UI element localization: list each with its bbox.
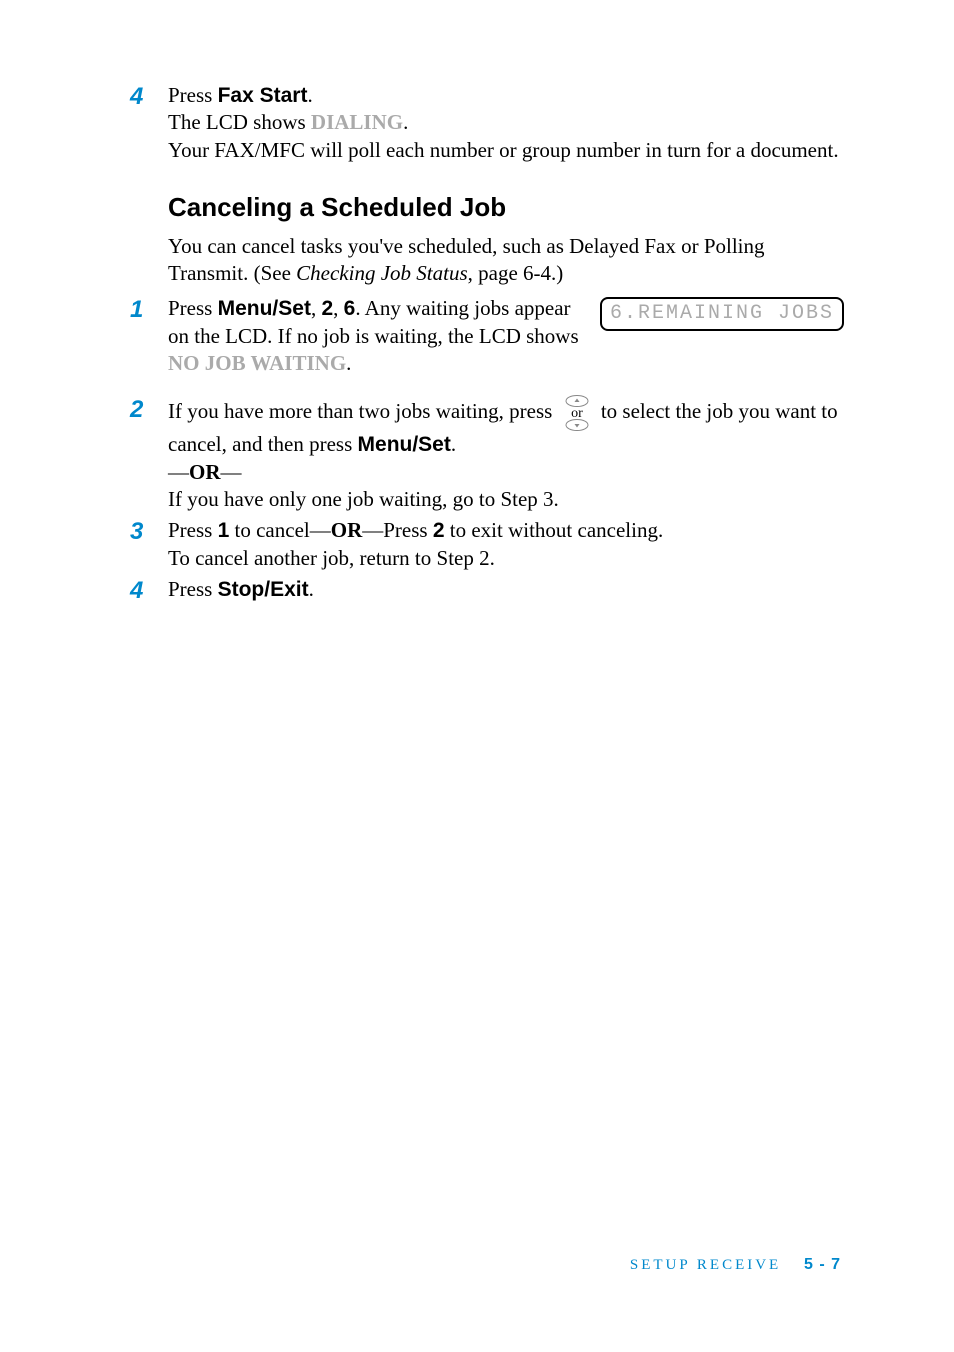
step-number: 4 <box>130 82 168 164</box>
step-3: 3 Press 1 to cancel—OR—Press 2 to exit w… <box>130 517 844 572</box>
step-4-stop-exit: 4 Press Stop/Exit. <box>130 576 844 605</box>
step-body: Press 1 to cancel—OR—Press 2 to exit wit… <box>168 517 844 572</box>
text: to cancel— <box>229 518 330 542</box>
step-number: 4 <box>130 576 168 605</box>
text: . <box>451 432 456 456</box>
step-number: 3 <box>130 517 168 572</box>
text: , <box>333 296 344 320</box>
text: to exit without canceling. <box>445 518 664 542</box>
step-body: Press Fax Start. The LCD shows DIALING. … <box>168 82 844 164</box>
svg-text:or: or <box>571 406 583 421</box>
lcd-value-no-job: NO JOB WAITING <box>168 351 346 375</box>
text: Press <box>168 577 218 601</box>
step-line: The LCD shows DIALING. <box>168 109 844 136</box>
step-line: If you have only one job waiting, go to … <box>168 486 844 513</box>
page-footer: SETUP RECEIVE 5 - 7 <box>630 1256 841 1274</box>
step-2: 2 If you have more than two jobs waiting… <box>130 395 844 513</box>
key-label-1: 1 <box>218 519 230 542</box>
step-line-or: —OR— <box>168 459 844 486</box>
button-label-menu-set: Menu/Set <box>358 433 451 456</box>
step-body: Press Stop/Exit. <box>168 576 844 605</box>
text: . <box>403 110 408 134</box>
lcd-value-dialing: DIALING <box>311 110 403 134</box>
step-line: If you have more than two jobs waiting, … <box>168 395 844 458</box>
text: Press <box>168 83 218 107</box>
text: Press <box>168 518 218 542</box>
text: — <box>221 460 242 484</box>
step-body: If you have more than two jobs waiting, … <box>168 395 844 513</box>
or-separator: OR <box>189 460 221 484</box>
lcd-display: 6.REMAINING JOBS <box>600 297 844 331</box>
button-label-stop-exit: Stop/Exit <box>218 578 309 601</box>
text: , <box>311 296 322 320</box>
key-label-6: 6 <box>344 297 356 320</box>
step-1: 1 6.REMAINING JOBS Press Menu/Set, 2, 6.… <box>130 295 844 377</box>
text: Press <box>168 296 218 320</box>
section-heading: Canceling a Scheduled Job <box>168 192 844 223</box>
or-separator: OR <box>331 518 363 542</box>
button-label-fax-start: Fax Start <box>218 84 308 107</box>
step-line: Press 1 to cancel—OR—Press 2 to exit wit… <box>168 517 844 544</box>
step-number: 1 <box>130 295 168 377</box>
up-down-or-icon: or <box>562 395 592 431</box>
step-4-fax-start: 4 Press Fax Start. The LCD shows DIALING… <box>130 82 844 164</box>
step-line: Press Fax Start. <box>168 82 844 109</box>
text: The LCD shows <box>168 110 311 134</box>
text: — <box>168 460 189 484</box>
text: —Press <box>362 518 433 542</box>
step-body: 6.REMAINING JOBS Press Menu/Set, 2, 6. A… <box>168 295 844 377</box>
reference-link: Checking Job Status <box>296 261 467 285</box>
footer-section: SETUP RECEIVE <box>630 1257 781 1273</box>
intro-paragraph: You can cancel tasks you've scheduled, s… <box>168 233 844 288</box>
key-label-2: 2 <box>321 297 333 320</box>
text: , page 6-4.) <box>468 261 564 285</box>
button-label-menu-set: Menu/Set <box>218 297 311 320</box>
key-label-2: 2 <box>433 519 445 542</box>
text: If you have more than two jobs waiting, … <box>168 399 558 423</box>
step-number: 2 <box>130 395 168 513</box>
text: . <box>346 351 351 375</box>
step-line: To cancel another job, return to Step 2. <box>168 545 844 572</box>
footer-page-number: 5 - 7 <box>804 1256 841 1273</box>
text: . <box>309 577 314 601</box>
step-line: Your FAX/MFC will poll each number or gr… <box>168 137 844 164</box>
text: . <box>307 83 312 107</box>
